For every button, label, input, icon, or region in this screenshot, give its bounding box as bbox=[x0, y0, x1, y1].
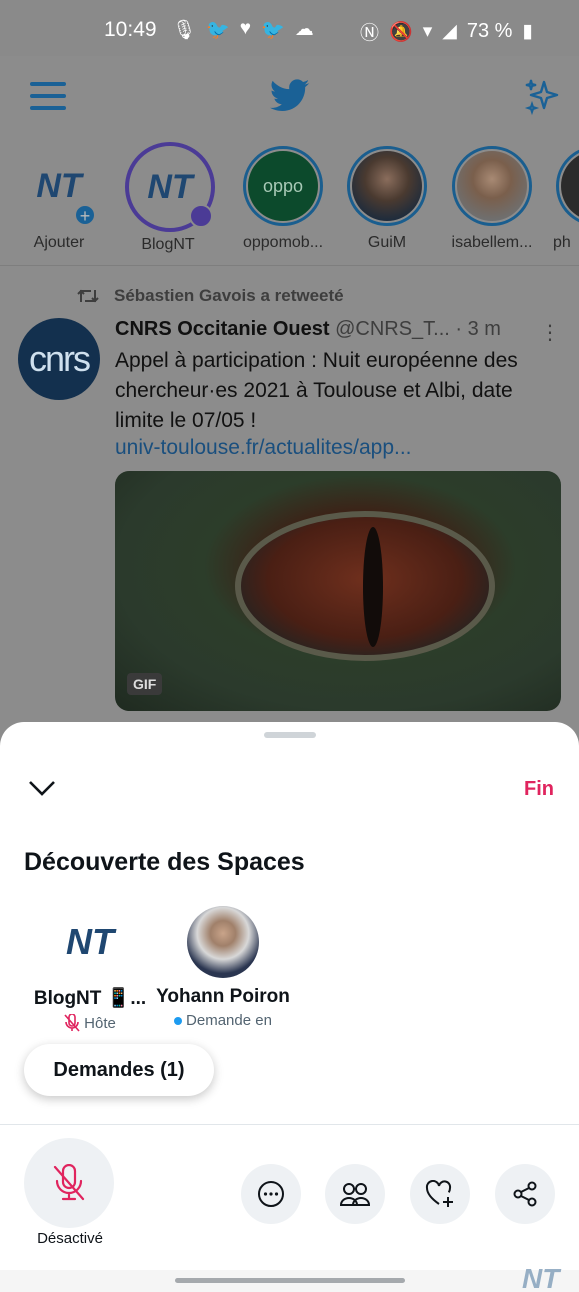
mute-icon: 🔕 bbox=[389, 21, 413, 43]
fleet-oppo[interactable]: oppo oppomob... bbox=[240, 146, 326, 252]
react-button[interactable] bbox=[410, 1164, 470, 1224]
notification-icons: 🎙 🐦 ♥ 🐦 ☁ bbox=[172, 18, 314, 42]
cloud-icon: ☁ bbox=[294, 19, 314, 40]
app-header bbox=[0, 56, 579, 140]
requests-button[interactable]: Demandes (1) bbox=[24, 1044, 214, 1096]
gif-badge: GIF bbox=[127, 673, 163, 695]
heart-icon: ♥ bbox=[239, 18, 252, 39]
participant-blognt[interactable]: NT BlogNT 📱... Hôte bbox=[20, 906, 160, 1032]
avatar bbox=[187, 906, 259, 978]
mic-status-label: Désactivé bbox=[37, 1230, 103, 1247]
fleet-guim[interactable]: GuiM bbox=[344, 146, 430, 252]
request-dot-icon bbox=[174, 1016, 183, 1025]
space-title: Découverte des Spaces bbox=[24, 848, 305, 876]
more-button[interactable] bbox=[241, 1164, 301, 1224]
add-plus-icon: + bbox=[74, 204, 96, 226]
retweet-context: Sébastien Gavois a retweeté bbox=[76, 286, 344, 306]
participant-status: Demande en bbox=[153, 1012, 293, 1029]
space-sheet: Fin Découverte des Spaces NT BlogNT 📱...… bbox=[0, 722, 579, 1292]
sheet-handle[interactable] bbox=[264, 732, 316, 738]
home-indicator[interactable] bbox=[175, 1278, 405, 1283]
fleet-label: BlogNT bbox=[141, 236, 195, 253]
participant-name: Yohann Poiron bbox=[156, 986, 290, 1007]
mic-toggle-button[interactable] bbox=[24, 1138, 114, 1228]
fleets-bar: NT + Ajouter NT BlogNT oppo oppomob... G… bbox=[0, 142, 579, 266]
twitter-icon: 🐦 bbox=[206, 20, 230, 41]
participant-status: Hôte bbox=[20, 1014, 160, 1032]
avatar[interactable]: cnrs bbox=[18, 318, 100, 400]
sparkle-icon[interactable] bbox=[522, 76, 562, 116]
tweet-author[interactable]: CNRS Occitanie Ouest bbox=[115, 318, 330, 340]
mic-muted-icon bbox=[53, 1164, 85, 1201]
heart-plus-icon bbox=[425, 1180, 453, 1207]
battery-icon: ▮ bbox=[522, 21, 533, 42]
end-space-button[interactable]: Fin bbox=[524, 778, 554, 801]
signal-icon: ◢ bbox=[442, 21, 457, 42]
divider bbox=[0, 1124, 579, 1125]
avatar: NT bbox=[66, 921, 114, 962]
media-image bbox=[235, 511, 495, 661]
mic-icon: 🎙 bbox=[172, 20, 197, 41]
tweet-media[interactable]: GIF bbox=[115, 471, 561, 711]
fleet-add[interactable]: NT + Ajouter bbox=[16, 146, 102, 252]
more-vertical-icon[interactable]: ⋮ bbox=[540, 320, 560, 345]
avatar bbox=[352, 151, 422, 221]
fleet-label: isabellem... bbox=[451, 234, 533, 251]
twitter-icon: 🐦 bbox=[261, 20, 285, 41]
nfc-icon: Ⓝ bbox=[360, 23, 380, 44]
retweet-text: Sébastien Gavois a retweeté bbox=[114, 286, 344, 305]
fleet-label: Ajouter bbox=[33, 234, 85, 251]
avatar: oppo bbox=[248, 151, 318, 221]
share-icon bbox=[513, 1181, 537, 1207]
status-time: 10:49 bbox=[104, 18, 157, 41]
spaces-icon bbox=[189, 204, 213, 228]
fleet-label: GuiM bbox=[367, 234, 407, 251]
participant-name: BlogNT 📱... bbox=[33, 988, 147, 1009]
avatar bbox=[457, 151, 527, 221]
tweet-handle: @CNRS_T... bbox=[335, 318, 450, 340]
wifi-icon: ▾ bbox=[422, 21, 433, 42]
svg-text:NT: NT bbox=[522, 1263, 562, 1292]
fleet-blognt[interactable]: NT BlogNT bbox=[125, 142, 215, 254]
fleet-ph[interactable]: ph bbox=[553, 146, 579, 252]
fleet-label: oppomob... bbox=[242, 234, 324, 251]
mic-muted-icon bbox=[64, 1014, 80, 1032]
tweet-header: CNRS Occitanie Ouest @CNRS_T... · 3 m bbox=[115, 318, 501, 341]
participants-button[interactable] bbox=[325, 1164, 385, 1224]
status-bar: 10:49 🎙 🐦 ♥ 🐦 ☁ Ⓝ 🔕 ▾ ◢ 73 % ▮ bbox=[0, 0, 579, 56]
system-icons: Ⓝ 🔕 ▾ ◢ 73 % ▮ bbox=[360, 18, 533, 45]
hamburger-icon[interactable] bbox=[30, 82, 66, 112]
fleet-label: ph bbox=[553, 234, 571, 251]
fleet-isabellem[interactable]: isabellem... bbox=[449, 146, 535, 252]
battery-level: 73 % bbox=[466, 20, 513, 42]
chevron-down-icon[interactable] bbox=[28, 778, 56, 798]
share-button[interactable] bbox=[495, 1164, 555, 1224]
blognt-logo: NT bbox=[522, 1263, 562, 1292]
tweet-time: · 3 m bbox=[455, 318, 501, 340]
twitter-bird-icon[interactable] bbox=[270, 78, 310, 114]
retweet-icon bbox=[77, 289, 99, 303]
more-icon bbox=[258, 1181, 284, 1207]
tweet-text: Appel à participation : Nuit européenne … bbox=[115, 349, 518, 432]
home-feed: NT + Ajouter NT BlogNT oppo oppomob... G… bbox=[0, 56, 579, 746]
people-icon bbox=[339, 1183, 371, 1206]
avatar bbox=[561, 151, 579, 221]
participant-yohann[interactable]: Yohann Poiron Demande en bbox=[153, 906, 293, 1029]
tweet-link[interactable]: univ-toulouse.fr/actualites/app... bbox=[115, 436, 412, 460]
